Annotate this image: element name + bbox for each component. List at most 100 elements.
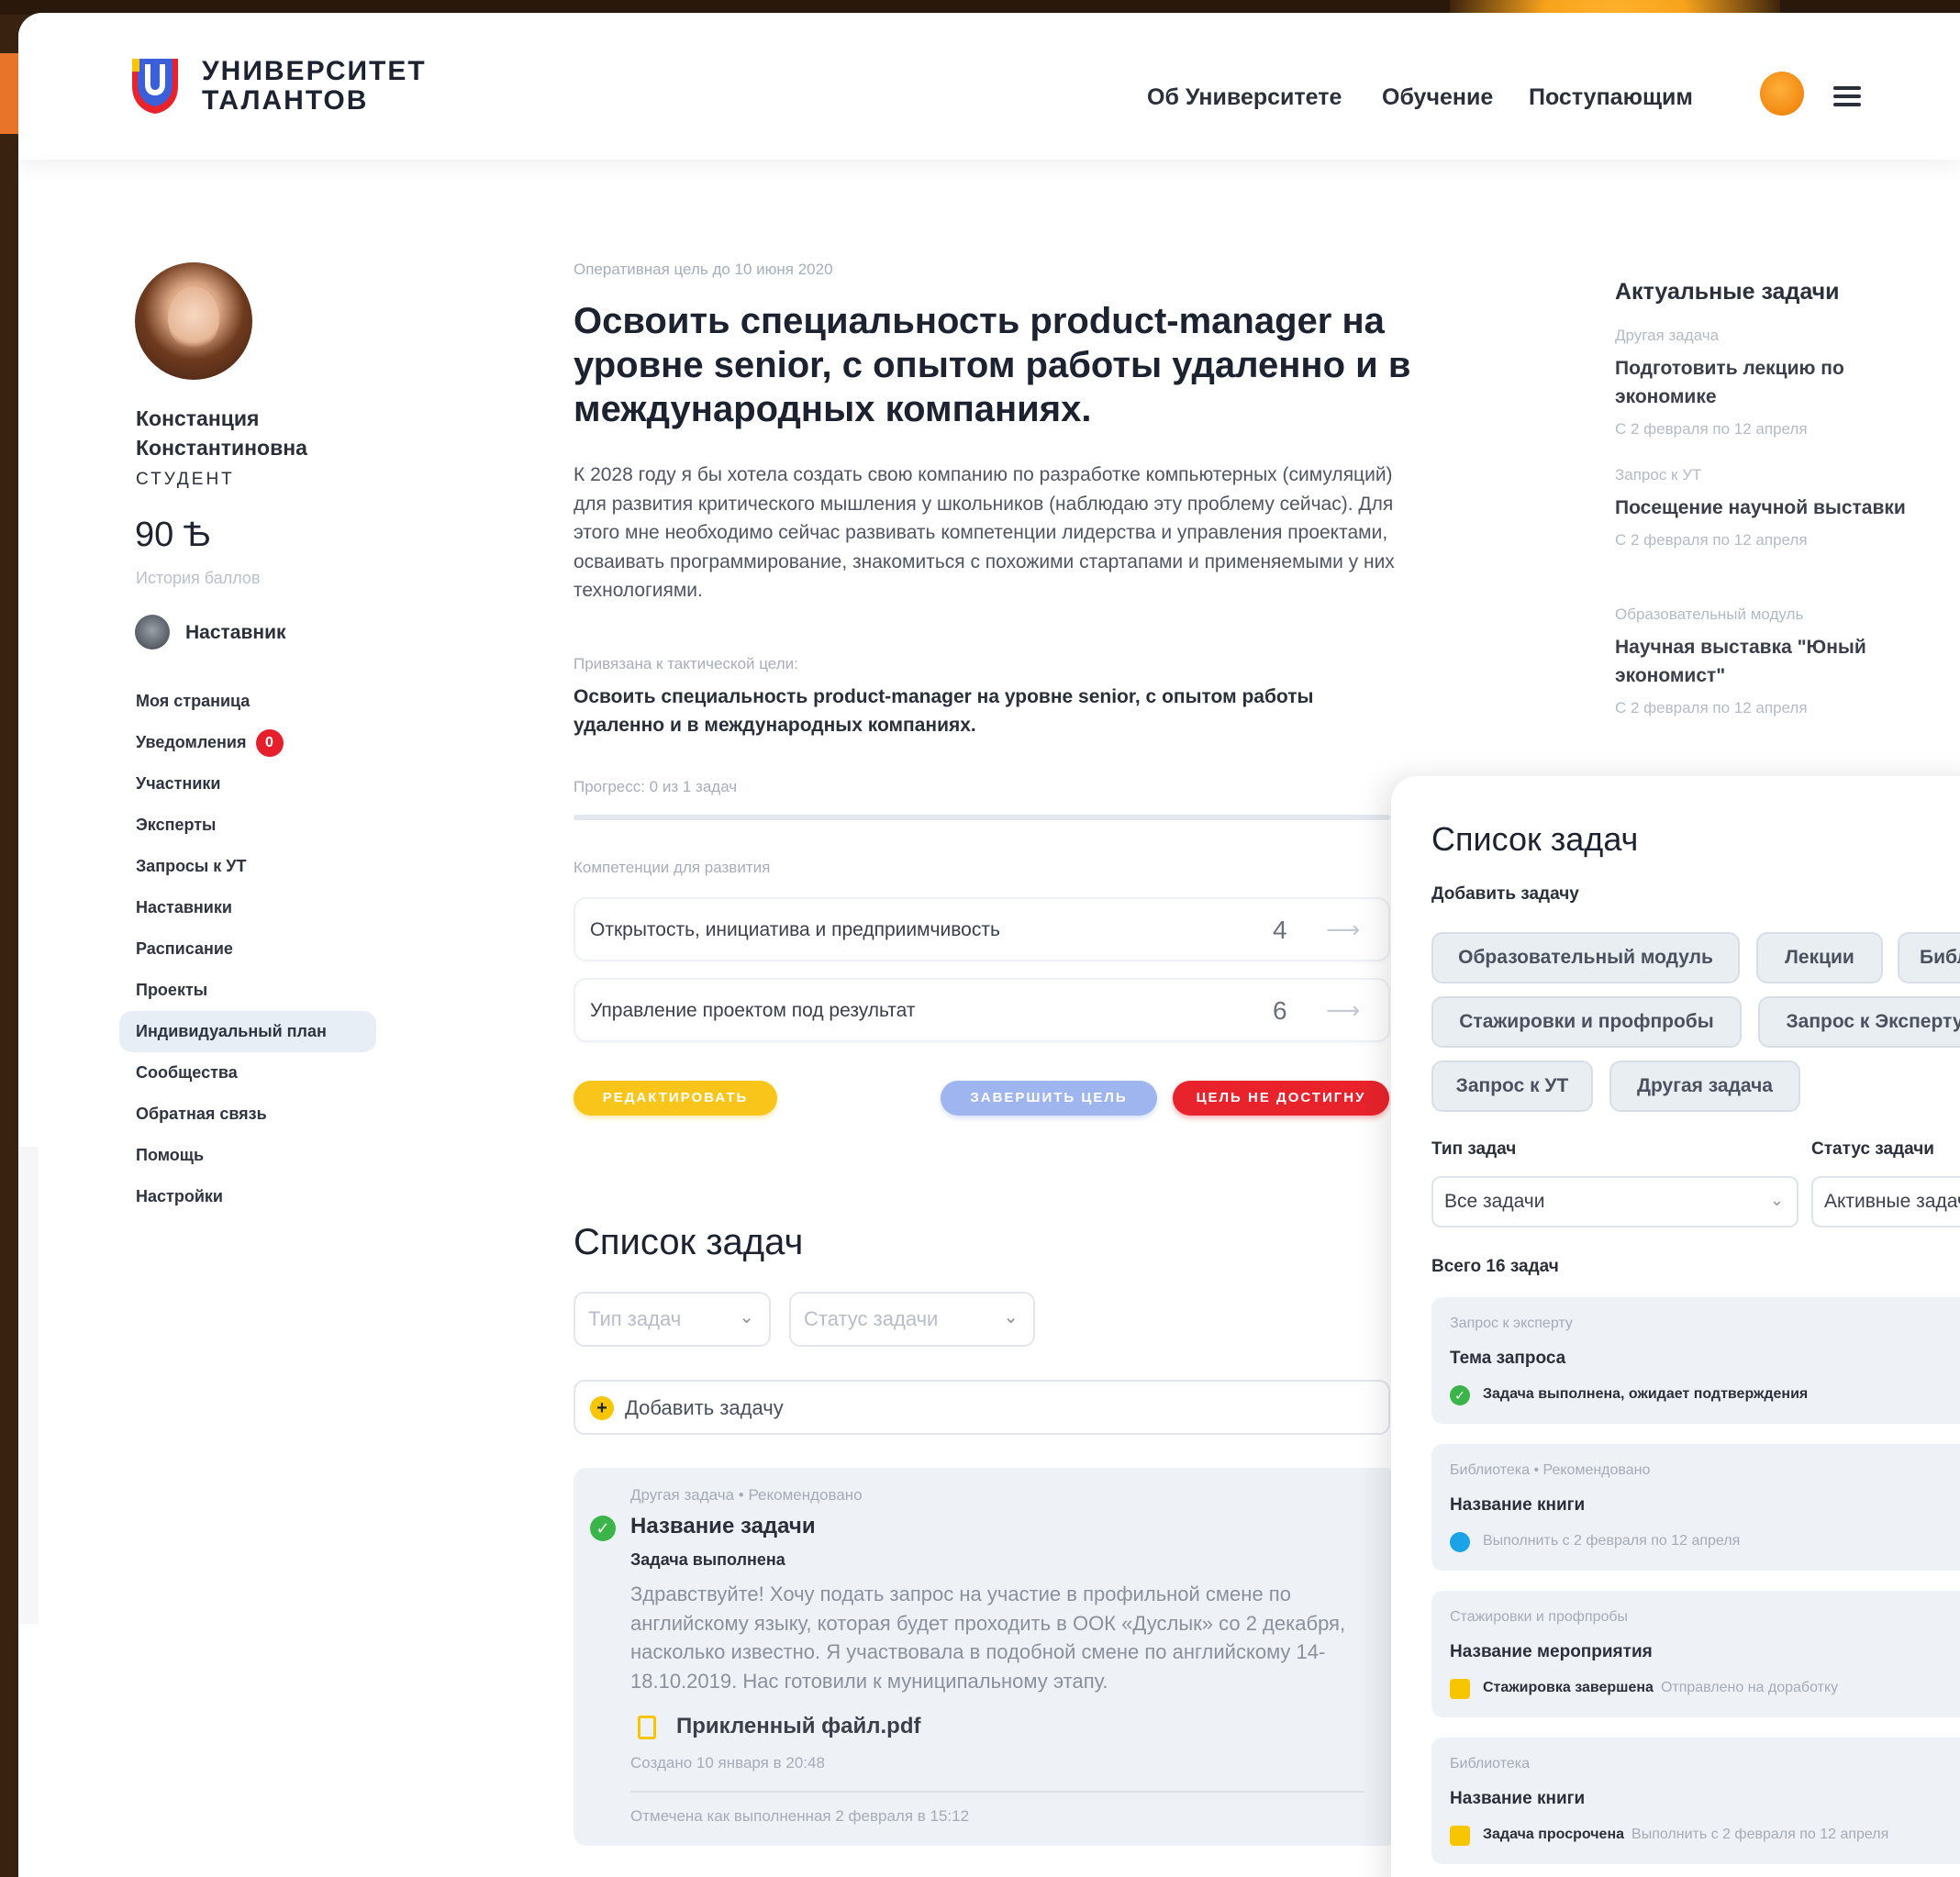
status-filter-select[interactable]: Активные задач	[1811, 1176, 1960, 1227]
actual-task-item[interactable]: Образовательный модуль Научная выставка …	[1615, 605, 1909, 717]
task-status-select[interactable]: Статус задачи ⌄	[789, 1292, 1035, 1347]
linked-goal-text[interactable]: Освоить специальность product-manager на…	[574, 683, 1399, 739]
menu-icon[interactable]	[1833, 86, 1861, 106]
sidebar-item-label: Расписание	[136, 939, 233, 958]
profile-role: СТУДЕНТ	[136, 470, 235, 489]
sidebar-item-label: Наставники	[136, 898, 232, 916]
mentor-avatar-icon[interactable]	[135, 615, 170, 650]
linked-goal-label: Привязана к тактической цели:	[574, 655, 798, 672]
panel-task-card[interactable]: Запрос к эксперту Тема запроса ✓ Задача …	[1431, 1297, 1960, 1424]
user-avatar[interactable]	[1760, 72, 1804, 116]
status-text: Задача просрочена	[1483, 1827, 1625, 1842]
panel-task-category: Библиотека • Рекомендовано	[1450, 1462, 1651, 1478]
competency-name: Открытость, инициатива и предприимчивост…	[590, 919, 1000, 940]
university-logo-icon[interactable]	[130, 55, 180, 116]
actual-task-category: Другая задача	[1615, 327, 1720, 344]
task-card[interactable]: Другая задача • Рекомендовано ✓ Название…	[574, 1468, 1399, 1846]
competency-row[interactable]: Управление проектом под результат 6 ⟶	[574, 978, 1390, 1042]
actual-task-item[interactable]: Другая задача Подготовить лекцию по экон…	[1615, 327, 1909, 439]
top-header: УНИВЕРСИТЕТ ТАЛАНТОВ Об Университете Обу…	[18, 13, 1960, 160]
actual-task-dates: С 2 февраля по 12 апреля	[1615, 420, 1808, 438]
file-icon	[638, 1716, 656, 1739]
type-filter-select[interactable]: Все задачи ⌄	[1431, 1176, 1799, 1227]
actual-task-item[interactable]: Запрос к УТ Посещение научной выставки С…	[1615, 466, 1909, 550]
arrow-right-icon[interactable]: ⟶	[1326, 996, 1360, 1025]
finish-goal-button[interactable]: ЗАВЕРШИТЬ ЦЕЛЬ	[941, 1081, 1157, 1116]
sidebar-item-notifications[interactable]: Уведомления 0	[119, 722, 376, 763]
panel-task-category: Запрос к эксперту	[1450, 1316, 1573, 1331]
sidebar-item-my-page[interactable]: Моя страница	[119, 681, 376, 722]
sidebar-item-mentors[interactable]: Наставники	[119, 887, 376, 928]
competency-value: 6	[1273, 996, 1287, 1025]
check-circle-icon: ✓	[1450, 1385, 1470, 1405]
notification-badge: 0	[255, 729, 284, 758]
task-type-select[interactable]: Тип задач ⌄	[574, 1292, 771, 1347]
panel-task-card[interactable]: Библиотека Название книги Задача просроч…	[1431, 1738, 1960, 1864]
sidebar-item-label: Проекты	[136, 981, 208, 999]
add-task-label: Добавить задачу	[625, 1396, 784, 1419]
sidebar-item-feedback[interactable]: Обратная связь	[119, 1094, 376, 1135]
chip-education-module[interactable]: Образовательный модуль	[1431, 932, 1740, 983]
actual-task-title: Посещение научной выставки	[1615, 497, 1906, 518]
panel-title: Список задач	[1431, 820, 1639, 858]
nav-education[interactable]: Обучение	[1382, 84, 1493, 111]
sidebar-item-label: Помощь	[136, 1146, 205, 1164]
profile-patronymic: Константиновна	[136, 436, 307, 460]
sidebar-item-label: Сообщества	[136, 1063, 238, 1082]
sidebar-item-requests[interactable]: Запросы к УТ	[119, 846, 376, 887]
competency-value: 4	[1273, 916, 1287, 944]
actual-task-dates: С 2 февраля по 12 апреля	[1615, 531, 1808, 549]
sidebar-item-help[interactable]: Помощь	[119, 1135, 376, 1176]
panel-task-title: Тема запроса	[1450, 1349, 1566, 1368]
edit-goal-button[interactable]: РЕДАКТИРОВАТЬ	[574, 1081, 777, 1116]
profile-name: Констанция Константиновна	[136, 404, 307, 462]
mentor-link[interactable]: Наставник	[185, 622, 286, 644]
sidebar-item-experts[interactable]: Эксперты	[119, 805, 376, 846]
sidebar-item-projects[interactable]: Проекты	[119, 970, 376, 1011]
nav-about[interactable]: Об Университете	[1147, 84, 1342, 111]
arrow-right-icon[interactable]: ⟶	[1326, 916, 1360, 944]
nav-applicants[interactable]: Поступающим	[1529, 84, 1693, 111]
background-accent	[0, 53, 20, 134]
task-status-placeholder: Статус задачи	[804, 1307, 939, 1330]
actual-task-category: Запрос к УТ	[1615, 466, 1702, 483]
competency-row[interactable]: Открытость, инициатива и предприимчивост…	[574, 897, 1390, 961]
sidebar-item-communities[interactable]: Сообщества	[119, 1052, 376, 1094]
sidebar-item-settings[interactable]: Настройки	[119, 1176, 376, 1217]
chip-other-task[interactable]: Другая задача	[1609, 1061, 1800, 1112]
sidebar-item-label: Уведомления	[136, 733, 247, 751]
sidebar-item-schedule[interactable]: Расписание	[119, 928, 376, 970]
chip-lectures[interactable]: Лекции	[1756, 932, 1883, 983]
status-filter-label: Статус задачи	[1811, 1139, 1934, 1159]
clock-icon	[1450, 1532, 1470, 1552]
panel-task-card[interactable]: Стажировки и профпробы Название мероприя…	[1431, 1591, 1960, 1717]
chip-internships[interactable]: Стажировки и профпробы	[1431, 996, 1742, 1048]
goal-not-achieved-button[interactable]: ЦЕЛЬ НЕ ДОСТИГНУ	[1173, 1081, 1389, 1116]
add-task-button[interactable]: + Добавить задачу	[574, 1380, 1390, 1435]
chip-ut-request[interactable]: Запрос к УТ	[1431, 1061, 1593, 1112]
university-logo-text[interactable]: УНИВЕРСИТЕТ ТАЛАНТОВ	[202, 57, 427, 116]
background-window-edge	[18, 1147, 39, 1624]
chevron-down-icon: ⌄	[1769, 1191, 1784, 1209]
sidebar-item-individual-plan[interactable]: Индивидуальный план	[119, 1011, 376, 1052]
status-subtext: Выполнить с 2 февраля по 12 апреля	[1631, 1827, 1889, 1842]
actual-task-dates: С 2 февраля по 12 апреля	[1615, 699, 1808, 716]
panel-task-card[interactable]: Библиотека • Рекомендовано Название книг…	[1431, 1444, 1960, 1571]
points-balance: 90 Ѣ	[135, 516, 211, 554]
type-filter-value: Все задачи	[1444, 1191, 1545, 1212]
task-status: Задача выполнена	[630, 1550, 785, 1569]
chip-library[interactable]: Библи	[1898, 932, 1960, 983]
flag-icon	[1450, 1679, 1470, 1699]
attached-file-link[interactable]: Прикленный файл.pdf	[676, 1714, 920, 1739]
points-history-link[interactable]: История баллов	[136, 569, 261, 588]
chip-expert-request[interactable]: Запрос к Эксперту	[1758, 996, 1960, 1048]
sidebar-item-participants[interactable]: Участники	[119, 763, 376, 805]
sidebar-item-label: Участники	[136, 774, 221, 793]
status-text: Задача выполнена, ожидает подтверждения	[1483, 1386, 1809, 1402]
panel-task-status: Стажировка завершена Отправлено на дорабо…	[1483, 1680, 1838, 1696]
profile-photo[interactable]	[135, 262, 252, 380]
task-completed-date: Отмечена как выполненная 2 февраля в 15:…	[630, 1807, 970, 1825]
chevron-down-icon: ⌄	[1003, 1307, 1019, 1327]
panel-task-title: Название мероприятия	[1450, 1642, 1653, 1661]
logo-line-2: ТАЛАНТОВ	[202, 85, 369, 116]
